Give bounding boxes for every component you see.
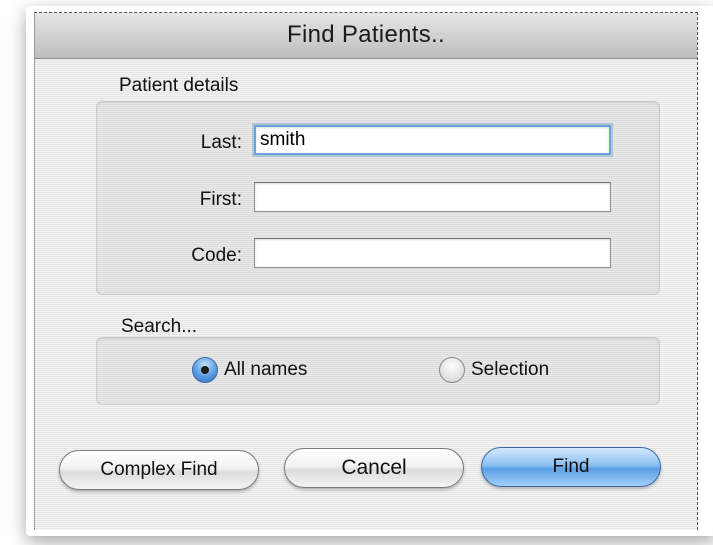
complex-find-button[interactable]: Complex Find [59,450,259,490]
first-name-field[interactable] [254,182,611,212]
radio-unselected-icon[interactable] [439,357,465,383]
radio-selected-icon[interactable] [192,357,218,383]
dialog-title: Find Patients.. [287,21,445,48]
radio-selection[interactable]: Selection [439,357,549,383]
search-options-group: All names Selection [96,337,660,405]
find-patients-dialog: Find Patients.. Patient details Last: Fi… [34,12,698,530]
search-label: Search... [121,316,198,337]
patient-details-label: Patient details [119,75,239,96]
first-name-label: First: [199,189,242,210]
radio-all-names[interactable]: All names [192,357,307,383]
find-button[interactable]: Find [481,447,661,487]
code-label: Code: [191,245,242,266]
last-name-label: Last: [200,132,242,153]
screen: Find Patients.. Patient details Last: Fi… [0,0,713,545]
dialog-titlebar[interactable]: Find Patients.. [35,13,697,59]
cancel-button[interactable]: Cancel [284,448,464,488]
radio-all-names-label: All names [224,359,308,380]
radio-selection-label: Selection [471,359,550,380]
code-field[interactable] [254,238,611,268]
patient-details-group: Last: First: Code: [96,101,660,295]
last-name-field[interactable] [254,125,611,155]
